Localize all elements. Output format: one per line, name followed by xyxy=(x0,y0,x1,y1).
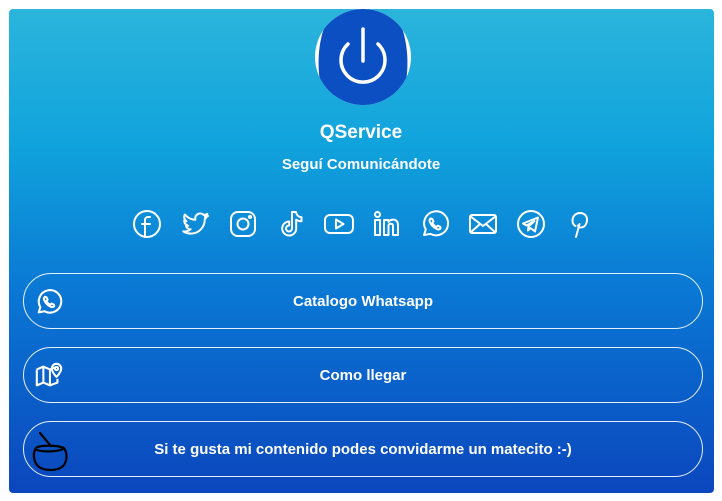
tiktok-icon[interactable] xyxy=(275,208,307,240)
facebook-icon[interactable] xyxy=(131,208,163,240)
mail-icon[interactable] xyxy=(467,208,499,240)
telegram-icon[interactable] xyxy=(515,208,547,240)
button-label: Como llegar xyxy=(319,366,407,384)
pinterest-icon[interactable] xyxy=(563,208,595,240)
linkedin-icon[interactable] xyxy=(371,208,403,240)
instagram-icon[interactable] xyxy=(227,208,259,240)
button-label: Si te gusta mi contenido podes convidarm… xyxy=(154,440,572,458)
twitter-icon[interactable] xyxy=(179,208,211,240)
whatsapp-icon[interactable] xyxy=(419,208,451,240)
social-icons-row xyxy=(0,208,722,242)
como-llegar-button[interactable]: Como llegar xyxy=(23,347,703,403)
power-icon xyxy=(318,9,408,105)
profile-name: QService xyxy=(319,122,403,143)
avatar xyxy=(315,9,411,105)
mate-donation-button[interactable]: Si te gusta mi contenido podes convidarm… xyxy=(23,421,703,477)
button-label: Catalogo Whatsapp xyxy=(292,292,433,310)
catalogo-whatsapp-button[interactable]: Catalogo Whatsapp xyxy=(23,273,703,329)
youtube-icon[interactable] xyxy=(323,208,355,240)
profile-tagline: Seguí Comunicándote xyxy=(281,156,441,173)
